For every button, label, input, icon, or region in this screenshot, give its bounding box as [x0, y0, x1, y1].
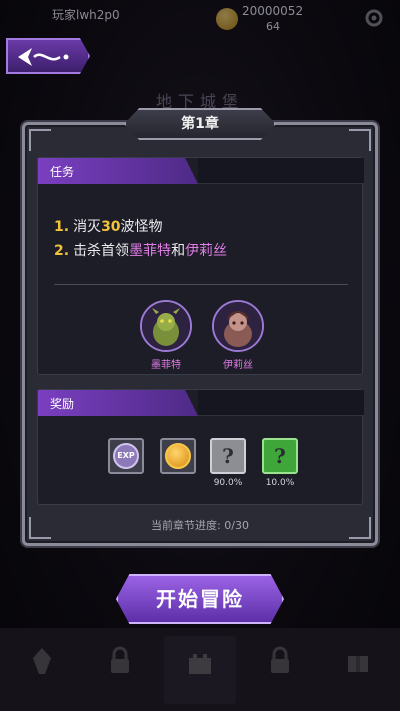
nav-item-shop[interactable]	[322, 636, 394, 704]
divider	[54, 284, 348, 285]
task-item: 1. 消灭30波怪物	[54, 219, 163, 235]
reward-slot: ?	[210, 438, 246, 474]
gold-coin-icon	[165, 443, 191, 469]
boss-portrait	[140, 300, 192, 352]
reward-slot	[160, 438, 196, 474]
reward-mystery-gray[interactable]: ? 90.0%	[208, 438, 248, 488]
goblin-boss-icon	[142, 302, 190, 350]
tasks-header-label: 任务	[50, 165, 75, 179]
gold-coin-icon	[216, 8, 238, 30]
lock-icon	[271, 646, 289, 673]
boss-portrait	[212, 300, 264, 352]
top-bar: 玩家lwh2p0 20000052 64	[0, 0, 400, 36]
nav-item-locked[interactable]	[244, 636, 316, 704]
gear-icon[interactable]	[362, 6, 386, 30]
rewards-header: 奖励	[38, 390, 198, 416]
rewards-section: 奖励 EXP ? 90.0% ? 10.0%	[37, 389, 364, 505]
question-mark-icon: ?	[222, 444, 234, 468]
reward-gold[interactable]	[158, 438, 198, 474]
lock-icon	[111, 646, 129, 673]
player-name: 玩家lwh2p0	[52, 8, 120, 22]
boss-elise[interactable]: 伊莉丝	[208, 300, 268, 371]
nav-item-hero[interactable]	[6, 636, 78, 704]
boss-malphite[interactable]: 墨菲特	[136, 300, 196, 371]
task-item: 2. 击杀首领墨菲特和伊莉丝	[54, 243, 228, 259]
start-adventure-button[interactable]: 开始冒险	[116, 574, 284, 624]
nav-item-castle[interactable]	[164, 636, 236, 704]
gem-amount: 64	[266, 20, 280, 33]
boss-name: 伊莉丝	[223, 360, 253, 371]
corner-ornament	[29, 129, 51, 151]
chapter-detail-panel: 任务 1. 消灭30波怪物 2. 击杀首领墨菲特和伊莉丝 墨菲特 伊莉丝 奖励 …	[22, 122, 378, 546]
reward-mystery-green[interactable]: ? 10.0%	[260, 438, 300, 488]
gift-box-icon	[348, 656, 368, 672]
nav-item-locked[interactable]	[84, 636, 156, 704]
drop-chance: 10.0%	[265, 478, 295, 488]
bottom-nav	[0, 628, 400, 711]
chapter-title: 第1章	[181, 116, 219, 132]
boss-name: 墨菲特	[151, 360, 181, 371]
start-button-label: 开始冒险	[156, 587, 244, 611]
witch-boss-icon	[214, 302, 262, 350]
tasks-header: 任务	[38, 158, 198, 184]
tasks-section: 任务 1. 消灭30波怪物 2. 击杀首领墨菲特和伊莉丝 墨菲特 伊莉丝	[37, 157, 364, 375]
question-mark-icon: ?	[274, 444, 286, 468]
exp-icon: EXP	[113, 443, 139, 469]
coin-amount: 20000052	[242, 4, 304, 18]
chapter-title-banner: 第1章	[124, 108, 276, 140]
reward-exp[interactable]: EXP	[106, 438, 146, 474]
castle-icon	[189, 654, 211, 674]
rewards-header-label: 奖励	[50, 397, 75, 411]
reward-slot: EXP	[108, 438, 144, 474]
header-decoration	[198, 390, 364, 416]
header-decoration	[198, 158, 364, 184]
hero-icon	[33, 648, 51, 674]
back-arrow-icon	[18, 48, 69, 66]
reward-slot: ?	[262, 438, 298, 474]
back-button[interactable]	[6, 38, 90, 74]
chapter-progress: 当前章节进度: 0/30	[151, 519, 249, 532]
corner-ornament	[349, 129, 371, 151]
drop-chance: 90.0%	[213, 478, 243, 488]
